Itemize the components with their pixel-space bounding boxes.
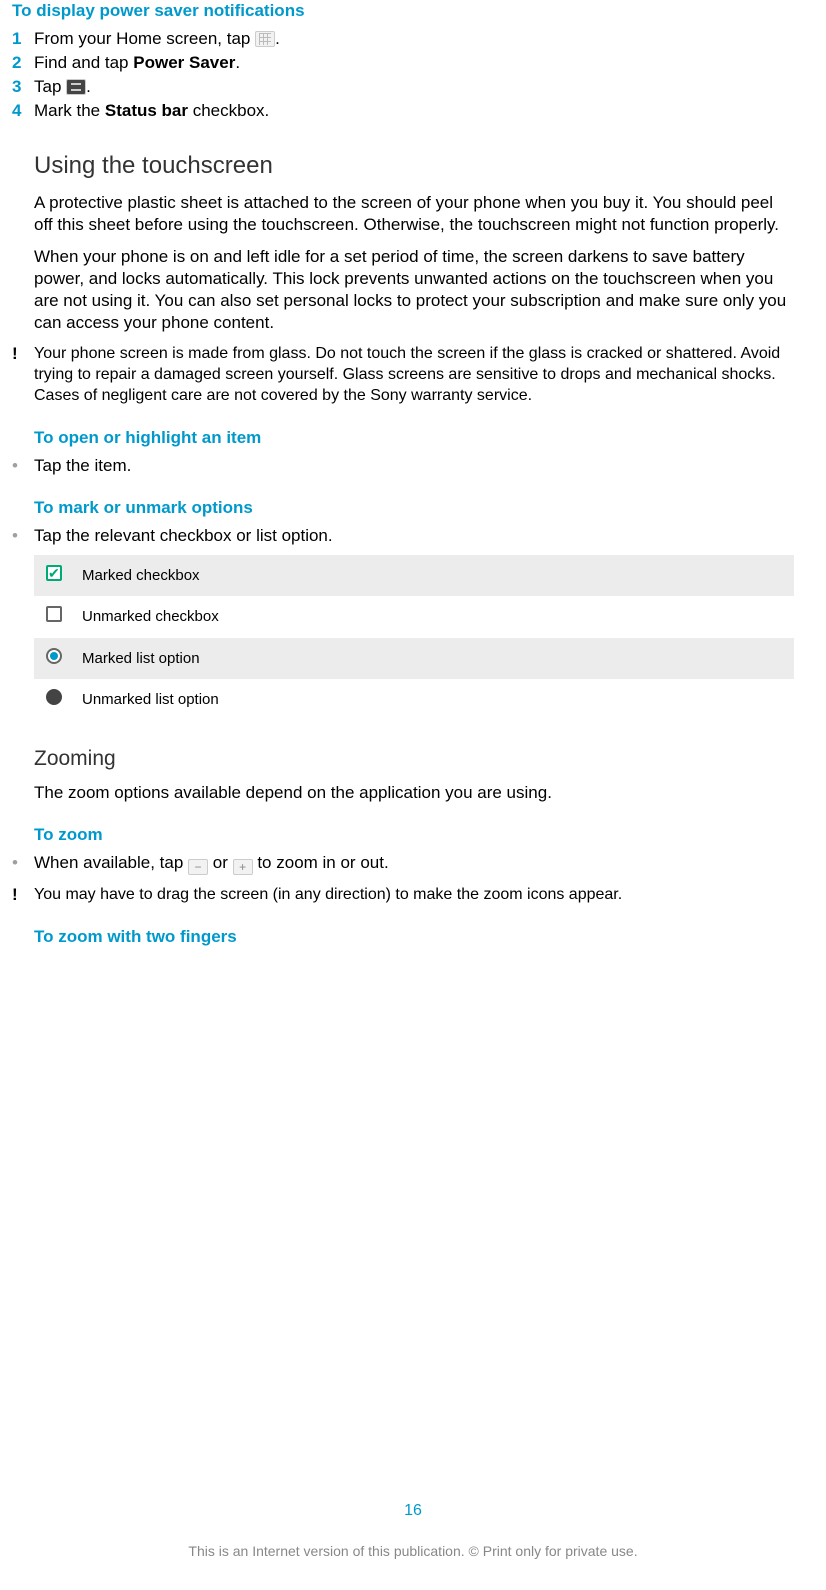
bullet-icon: • [12, 525, 34, 547]
apps-grid-icon [255, 31, 275, 47]
table-row: Unmarked list option [34, 679, 794, 721]
heading-zooming: Zooming [34, 745, 794, 772]
step-row: 3 Tap . [12, 76, 794, 98]
step-row: 4 Mark the Status bar checkbox. [12, 100, 794, 122]
warning-icon: ! [12, 885, 34, 905]
heading-using-touchscreen: Using the touchscreen [34, 150, 794, 181]
step-text-pre: Mark the [34, 101, 105, 120]
step-number: 1 [12, 28, 34, 50]
options-table: Marked checkbox Unmarked checkbox Marked… [34, 555, 794, 721]
zoom-out-icon [188, 859, 208, 875]
step-text-pre: From your Home screen, tap [34, 29, 255, 48]
bullet-row: • Tap the relevant checkbox or list opti… [12, 525, 794, 547]
step-number: 4 [12, 100, 34, 122]
bullet-row: • Tap the item. [12, 455, 794, 477]
bullet-text: Tap the item. [34, 455, 131, 477]
step-text: Find and tap Power Saver. [34, 52, 794, 74]
step-text: From your Home screen, tap . [34, 28, 794, 50]
footer-text: This is an Internet version of this publ… [0, 1542, 826, 1560]
step-text-post: checkbox. [188, 101, 269, 120]
page-number: 16 [0, 1501, 826, 1522]
paragraph-touchscreen-2: When your phone is on and left idle for … [34, 246, 794, 334]
heading-power-saver: To display power saver notifications [12, 0, 794, 22]
zoom-text-post: to zoom in or out. [253, 853, 389, 872]
table-row: Marked list option [34, 638, 794, 680]
zoom-in-icon [233, 859, 253, 875]
settings-icon [66, 79, 86, 95]
step-row: 1 From your Home screen, tap . [12, 28, 794, 50]
heading-to-zoom: To zoom [34, 824, 794, 846]
step-text-post: . [235, 53, 240, 72]
step-text: Mark the Status bar checkbox. [34, 100, 794, 122]
bullet-icon: • [12, 852, 34, 874]
heading-open-item: To open or highlight an item [34, 427, 794, 449]
table-cell-label: Unmarked checkbox [74, 596, 794, 638]
step-text-post: . [86, 77, 91, 96]
table-row: Marked checkbox [34, 555, 794, 597]
bullet-row: • When available, tap or to zoom in or o… [12, 852, 794, 875]
step-text-pre: Find and tap [34, 53, 133, 72]
checkbox-unmarked-icon [34, 596, 74, 638]
step-text-pre: Tap [34, 77, 66, 96]
heading-mark-unmark: To mark or unmark options [34, 497, 794, 519]
table-cell-label: Marked list option [74, 638, 794, 680]
bullet-text: When available, tap or to zoom in or out… [34, 852, 389, 875]
checkbox-marked-icon [34, 555, 74, 597]
bullet-icon: • [12, 455, 34, 477]
table-row: Unmarked checkbox [34, 596, 794, 638]
warning-icon: ! [12, 344, 34, 364]
step-number: 2 [12, 52, 34, 74]
warning-row: ! You may have to drag the screen (in an… [12, 885, 794, 906]
step-number: 3 [12, 76, 34, 98]
warning-row: ! Your phone screen is made from glass. … [12, 344, 794, 406]
warning-glass-text: Your phone screen is made from glass. Do… [34, 344, 794, 406]
step-text-post: . [275, 29, 280, 48]
bullet-text: Tap the relevant checkbox or list option… [34, 525, 333, 547]
zoom-text-pre: When available, tap [34, 853, 188, 872]
step-text-bold: Status bar [105, 101, 188, 120]
radio-unmarked-icon [34, 679, 74, 721]
heading-zoom-two-fingers: To zoom with two fingers [34, 926, 794, 948]
zoom-text-mid: or [208, 853, 233, 872]
step-row: 2 Find and tap Power Saver. [12, 52, 794, 74]
step-text: Tap . [34, 76, 794, 98]
warning-zoom-text: You may have to drag the screen (in any … [34, 885, 794, 906]
paragraph-touchscreen-1: A protective plastic sheet is attached t… [34, 192, 794, 236]
table-cell-label: Marked checkbox [74, 555, 794, 597]
page-footer: 16 This is an Internet version of this p… [0, 1501, 826, 1560]
paragraph-zooming: The zoom options available depend on the… [34, 782, 794, 804]
table-cell-label: Unmarked list option [74, 679, 794, 721]
radio-marked-icon [34, 638, 74, 680]
step-text-bold: Power Saver [133, 53, 235, 72]
